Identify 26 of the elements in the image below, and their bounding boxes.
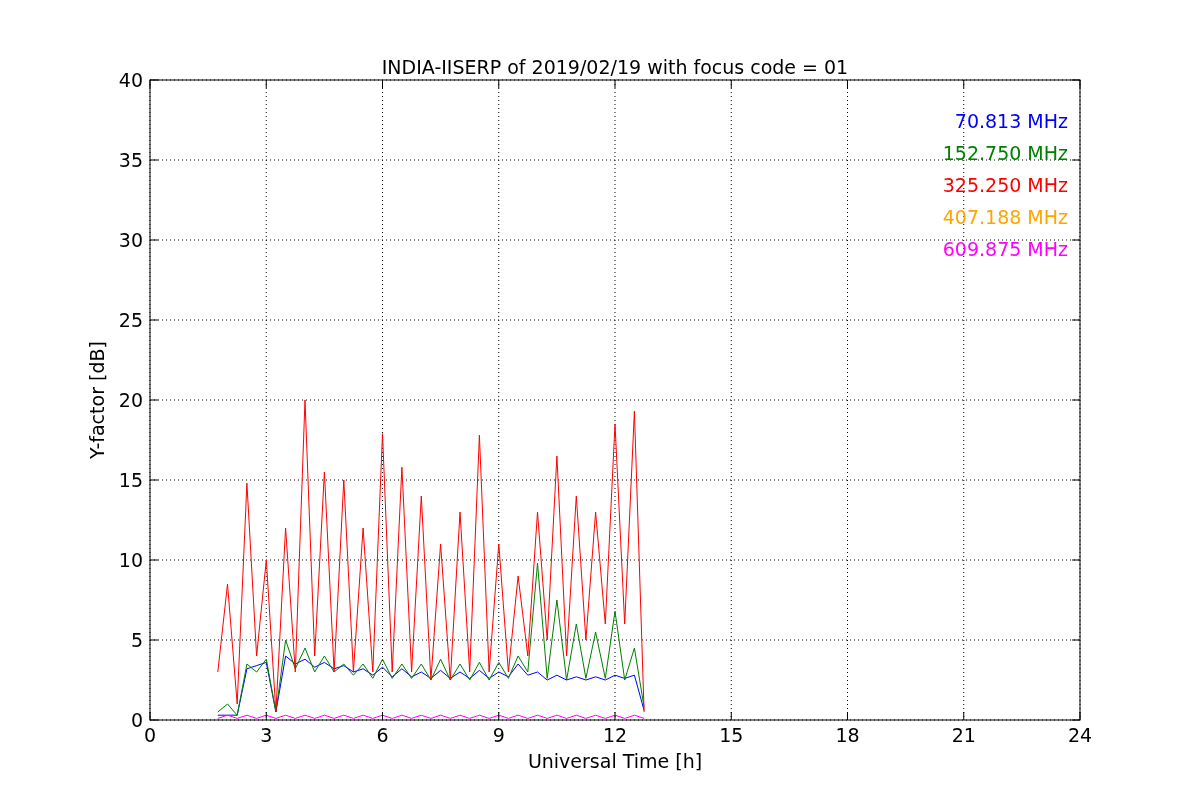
tick-label: 15: [719, 724, 744, 746]
tick-label: 6: [376, 724, 389, 746]
axis-label: Y-factor [dB]: [86, 341, 108, 459]
tick-label: 24: [1067, 724, 1093, 746]
tick-label: 30: [118, 229, 143, 251]
tick-label: 40: [118, 69, 143, 91]
tick-label: 25: [118, 309, 143, 331]
tick-label: 21: [951, 724, 976, 746]
tick-label: 18: [835, 724, 860, 746]
tick-label: 0: [130, 709, 143, 731]
legend-label: 70.813 MHz: [954, 110, 1068, 132]
tick-label: 9: [492, 724, 505, 746]
tick-label: 5: [130, 629, 143, 651]
legend-label: 609.875 MHz: [942, 238, 1068, 260]
axis-label: Universal Time [h]: [527, 750, 703, 772]
legend-label: 407.188 MHz: [942, 206, 1068, 228]
legend-label: 152.750 MHz: [942, 142, 1068, 164]
tick-label: 10: [118, 549, 143, 571]
tick-label: 0: [143, 724, 157, 746]
chart-title: INDIA-IISERP of 2019/02/19 with focus code = 01: [381, 56, 849, 78]
tick-label: 35: [118, 149, 143, 171]
tick-label: 15: [118, 469, 143, 491]
legend-label: 325.250 MHz: [942, 174, 1068, 196]
tick-label: 20: [118, 389, 143, 411]
tick-label: 3: [260, 724, 273, 746]
tick-label: 12: [602, 724, 628, 746]
